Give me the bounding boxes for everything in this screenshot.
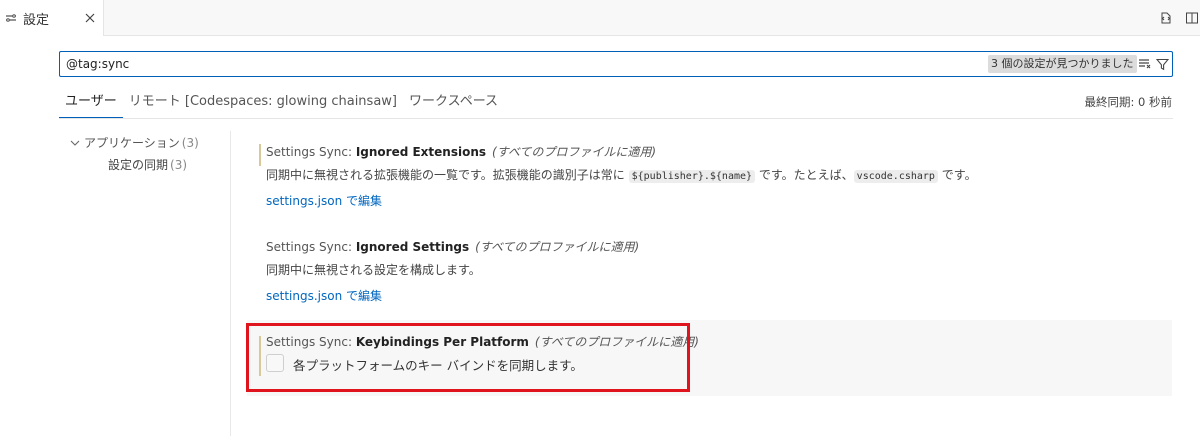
setting-title: Settings Sync: Ignored Extensions (すべてのプロ… (266, 145, 657, 159)
settings-search-box: 3 個の設定が見つかりました (59, 51, 1173, 77)
chevron-down-icon (70, 134, 84, 152)
settings-sliders-icon (3, 10, 19, 26)
search-result-count: 3 個の設定が見つかりました (988, 55, 1137, 73)
settings-toc: アプリケーション (3) 設定の同期 (3) (70, 134, 220, 178)
filter-icon[interactable] (1154, 56, 1170, 72)
toc-label: アプリケーション (84, 136, 180, 150)
toc-item-settings-sync[interactable]: 設定の同期 (3) (70, 156, 220, 178)
toc-count: (3) (170, 158, 188, 172)
toc-sash[interactable] (230, 131, 231, 436)
toc-label: 設定の同期 (108, 158, 169, 172)
toc-item-application[interactable]: アプリケーション (3) (70, 134, 220, 156)
settings-scope-tabs: ユーザー リモート [Codespaces: glowing chainsaw]… (59, 92, 504, 118)
tab-workspace[interactable]: ワークスペース (403, 92, 504, 118)
editor-tab-bar: 設定 (0, 0, 1200, 36)
modified-indicator (259, 144, 261, 166)
divider (59, 118, 1173, 119)
settings-search-input[interactable] (66, 55, 946, 73)
toc-count: (3) (181, 136, 199, 150)
tab-user[interactable]: ユーザー (59, 92, 123, 118)
setting-ignored-settings: Settings Sync: Ignored Settings (すべてのプロファ… (247, 225, 1172, 315)
setting-description: 同期中に無視される設定を構成します。 (266, 263, 481, 277)
close-icon[interactable] (82, 10, 98, 26)
highlight-annotation (246, 323, 690, 392)
edit-in-settings-json-link[interactable]: settings.json で編集 (266, 192, 382, 209)
open-settings-json-icon[interactable] (1158, 10, 1174, 26)
split-editor-icon[interactable] (1184, 10, 1200, 26)
clear-filter-icon[interactable] (1137, 56, 1153, 72)
tab-remote[interactable]: リモート [Codespaces: glowing chainsaw] (123, 92, 403, 118)
last-sync-status: 最終同期: 0 秒前 (1084, 95, 1172, 109)
tab-label: 設定 (23, 12, 50, 28)
setting-ignored-extensions: Settings Sync: Ignored Extensions (すべてのプロ… (247, 130, 1172, 220)
setting-title: Settings Sync: Ignored Settings (すべてのプロファ… (266, 240, 640, 254)
edit-in-settings-json-link[interactable]: settings.json で編集 (266, 287, 382, 304)
setting-description: 同期中に無視される拡張機能の一覧です。拡張機能の識別子は常に ${publish… (266, 168, 977, 183)
tab-settings[interactable]: 設定 (0, 0, 104, 36)
